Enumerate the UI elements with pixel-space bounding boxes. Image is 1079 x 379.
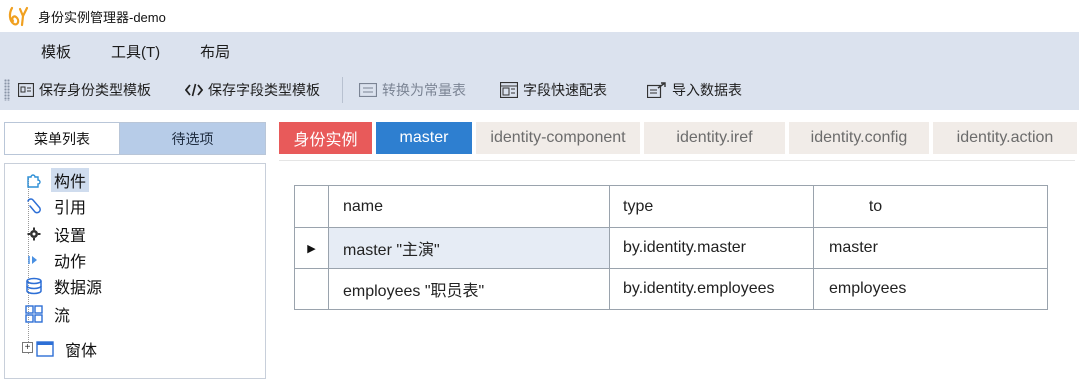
tab-identity-component[interactable]: identity-component xyxy=(476,122,640,154)
database-icon xyxy=(25,277,43,295)
import-data-table-button[interactable]: 导入数据表 xyxy=(647,70,742,110)
grid-header-row: name type to xyxy=(294,185,1048,228)
current-row-indicator: ▶ xyxy=(294,227,329,269)
tree-expand-toggle[interactable]: + xyxy=(22,342,33,353)
column-header-name[interactable]: name xyxy=(328,185,610,228)
form-icon xyxy=(18,83,34,97)
window-title: 身份实例管理器-demo xyxy=(38,9,166,25)
import-data-table-label: 导入数据表 xyxy=(672,82,742,98)
tab-master[interactable]: master xyxy=(376,122,472,154)
tab-menu-list[interactable]: 菜单列表 xyxy=(4,122,120,155)
link-icon xyxy=(25,197,43,215)
row-indicator xyxy=(294,268,329,310)
tree-item-label: 构件 xyxy=(51,168,90,192)
table-icon xyxy=(500,82,518,98)
title-bar: 身份实例管理器-demo xyxy=(0,0,1079,32)
tab-identity-config[interactable]: identity.config xyxy=(789,122,929,154)
tree-item-label: 数据源 xyxy=(54,280,103,297)
tree-item-label: 窗体 xyxy=(65,343,98,360)
content-area: name type to ▶ master "主演" by.identity.m… xyxy=(279,160,1075,379)
cell-type[interactable]: by.identity.employees xyxy=(609,268,814,310)
puzzle-icon xyxy=(25,171,43,189)
cell-type[interactable]: by.identity.master xyxy=(609,227,814,269)
row-indicator-header xyxy=(294,185,329,228)
code-icon xyxy=(185,83,203,97)
action-icon xyxy=(25,251,43,269)
cell-to[interactable]: employees xyxy=(813,268,1048,310)
tab-identity-iref[interactable]: identity.iref xyxy=(644,122,785,154)
save-field-type-template-label: 保存字段类型模板 xyxy=(208,82,320,98)
left-panel: 菜单列表 待选项 构件 引用 设置 动作 数据源 流 + 窗体 xyxy=(4,122,266,379)
tree-item-reference[interactable]: 引用 xyxy=(25,194,89,218)
tree-item-settings[interactable]: 设置 xyxy=(25,222,89,246)
tree-item-flow[interactable]: 流 xyxy=(25,302,73,326)
convert-to-constant-table-label: 转换为常量表 xyxy=(382,82,466,98)
document-tabs: 身份实例 master identity-component identity.… xyxy=(279,122,1077,154)
identity-grid: name type to ▶ master "主演" by.identity.m… xyxy=(294,185,1048,310)
window-icon xyxy=(36,340,54,358)
gear-icon xyxy=(25,225,43,243)
column-header-to[interactable]: to xyxy=(813,185,1048,228)
field-quick-config-button[interactable]: 字段快速配表 xyxy=(500,70,607,110)
toolbar-separator xyxy=(342,77,343,103)
list-icon xyxy=(359,83,377,97)
menu-tree: 构件 引用 设置 动作 数据源 流 + 窗体 xyxy=(4,163,266,379)
tab-identity-instance[interactable]: 身份实例 xyxy=(279,122,372,154)
tree-item-action[interactable]: 动作 xyxy=(25,248,89,272)
toolbar-grip-handle[interactable] xyxy=(4,79,10,101)
save-identity-type-template-button[interactable]: 保存身份类型模板 xyxy=(18,70,151,110)
tree-item-label: 流 xyxy=(54,308,71,325)
menu-bar: 模板 工具(T) 布局 xyxy=(0,32,1079,70)
tree-item-window[interactable]: 窗体 xyxy=(36,337,100,361)
field-quick-config-label: 字段快速配表 xyxy=(523,82,607,98)
save-identity-type-template-label: 保存身份类型模板 xyxy=(39,82,151,98)
save-field-type-template-button[interactable]: 保存字段类型模板 xyxy=(185,70,320,110)
table-row[interactable]: employees "职员表" by.identity.employees em… xyxy=(294,268,1048,310)
cell-name[interactable]: master "主演" xyxy=(328,227,610,269)
app-logo-icon xyxy=(8,6,29,27)
menu-layout[interactable]: 布局 xyxy=(200,41,230,62)
tree-item-label: 动作 xyxy=(54,254,87,271)
import-icon xyxy=(647,82,667,98)
tree-item-datasource[interactable]: 数据源 xyxy=(25,274,105,298)
tab-candidates[interactable]: 待选项 xyxy=(120,122,266,155)
cell-name[interactable]: employees "职员表" xyxy=(328,268,610,310)
table-row[interactable]: ▶ master "主演" by.identity.master master xyxy=(294,227,1048,269)
left-panel-tabs: 菜单列表 待选项 xyxy=(4,122,266,155)
toolbar: 保存身份类型模板 保存字段类型模板 转换为常量表 字段快速配表 导入数据表 xyxy=(0,70,1079,110)
tree-item-label: 设置 xyxy=(54,228,87,245)
cell-to[interactable]: master xyxy=(813,227,1048,269)
tree-item-label: 引用 xyxy=(54,200,87,217)
menu-tools[interactable]: 工具(T) xyxy=(111,41,160,62)
menu-template[interactable]: 模板 xyxy=(41,41,71,62)
flow-icon xyxy=(25,305,43,323)
tree-item-component[interactable]: 构件 xyxy=(25,168,90,192)
tab-identity-action[interactable]: identity.action xyxy=(933,122,1077,154)
convert-to-constant-table-button[interactable]: 转换为常量表 xyxy=(359,70,466,110)
row-pointer-icon: ▶ xyxy=(307,243,316,255)
column-header-type[interactable]: type xyxy=(609,185,814,228)
